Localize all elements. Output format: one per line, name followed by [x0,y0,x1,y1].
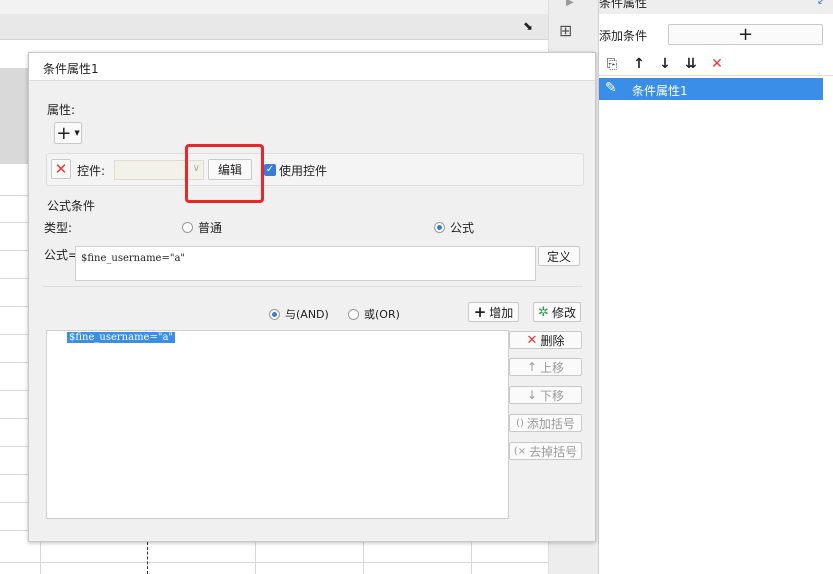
add-condition-item-button[interactable]: + 增加 [468,302,519,322]
condition-dialog: 条件属性1 属性: + ▼ ✕ 控件: ∨ 编辑 ✓ 使用控件 公式条件 类型: … [28,52,596,542]
condition-list: $fine_username="a" [46,330,509,519]
grid-line [0,334,28,335]
arrow-down-icon: ↓ [526,388,538,402]
type-normal-radio[interactable] [182,220,193,234]
list-item-label: 条件属性1 [632,84,688,98]
gear-icon: ✲ [538,304,549,320]
formula-condition-label: 公式条件 [47,199,96,213]
type-formula-label: 公式 [450,221,475,235]
property-panel-icon[interactable]: ⊞ [559,21,572,40]
grid-line [0,222,28,223]
panel-header: 条件属性 ↙ [599,0,833,14]
grid-line [0,446,28,447]
add-condition-button[interactable]: + [668,24,823,45]
toolbar-arrow-icon[interactable]: ⬊ [523,19,533,33]
control-row: ✕ 控件: ∨ 编辑 ✓ 使用控件 [46,153,584,186]
delete-x-icon: ✕ [526,332,538,348]
move-down-button[interactable]: ↓ 下移 [509,386,582,404]
formula-label: 公式= [44,248,79,262]
or-label: 或(OR) [364,308,400,321]
move-down-arrow-icon[interactable]: ↓ [656,55,674,73]
use-control-label: 使用控件 [279,164,328,178]
control-label: 控件: [77,164,106,178]
grid-line [0,250,28,251]
bracket-icon: () [516,417,524,429]
row-ruler [0,68,28,164]
dialog-title: 条件属性1 [43,62,99,76]
grid-line [40,542,41,574]
resize-icon[interactable]: ↙ [817,0,825,7]
type-normal-label: 普通 [198,221,223,235]
arrow-up-icon: ↑ [526,360,538,374]
move-up-arrow-icon[interactable]: ↑ [630,55,648,73]
grid-line [0,562,548,563]
add-condition-label: 添加条件 [599,29,648,43]
grid-line [471,542,472,574]
grid-line [0,390,28,391]
sort-icon[interactable]: ⇊ [682,55,700,73]
divider [43,286,583,287]
grid-line [0,306,28,307]
dialog-title-bar: 条件属性1 [29,53,595,81]
grid-line [0,195,28,196]
grid-line [0,362,28,363]
move-up-button[interactable]: ↑ 上移 [509,358,582,376]
or-radio[interactable] [348,307,359,321]
and-radio[interactable] [269,307,280,321]
delete-x-icon[interactable]: ✕ [708,55,726,73]
panel-title: 条件属性 [599,0,648,10]
grid-line [0,278,28,279]
modify-button[interactable]: ✲ 修改 [533,302,581,322]
grid-line [255,542,256,574]
list-toolbar: ⎘ ↑ ↓ ⇊ ✕ [599,52,833,76]
add-bracket-button[interactable]: () 添加括号 [509,414,582,432]
properties-label: 属性: [47,103,76,117]
condition-attribute-panel: 条件属性 ↙ 添加条件 + ⎘ ↑ ↓ ⇊ ✕ ✎ 条件属性1 [598,0,833,574]
page-break-line [147,542,148,574]
copy-icon[interactable]: ⎘ [603,55,621,73]
remove-bracket-icon: (× [513,445,527,457]
delete-button[interactable]: ✕ 删除 [509,331,582,349]
secondary-toolbar: ⬊ [0,14,548,40]
collapse-arrow-icon[interactable]: ▶ [566,0,574,8]
add-property-button[interactable]: + ▼ [54,122,82,144]
top-toolbar [0,0,548,14]
remove-property-button[interactable]: ✕ [51,159,71,179]
condition-item[interactable]: $fine_username="a" [67,332,176,343]
and-label: 与(AND) [285,308,329,321]
plus-icon: + [473,303,487,321]
grid-line [363,542,364,574]
list-item[interactable]: ✎ 条件属性1 [599,78,823,100]
use-control-checkbox[interactable]: ✓ [264,164,276,176]
grid-line [0,530,28,531]
type-formula-radio[interactable] [434,220,445,234]
pencil-icon: ✎ [605,80,617,96]
grid-line [0,502,28,503]
grid-line [0,474,28,475]
grid-line [0,418,28,419]
formula-input[interactable]: $fine_username="a" [75,246,536,281]
highlight-box [185,144,264,203]
define-button[interactable]: 定义 [538,246,580,266]
remove-bracket-button[interactable]: (× 去掉括号 [509,442,582,460]
type-label: 类型: [44,221,73,235]
